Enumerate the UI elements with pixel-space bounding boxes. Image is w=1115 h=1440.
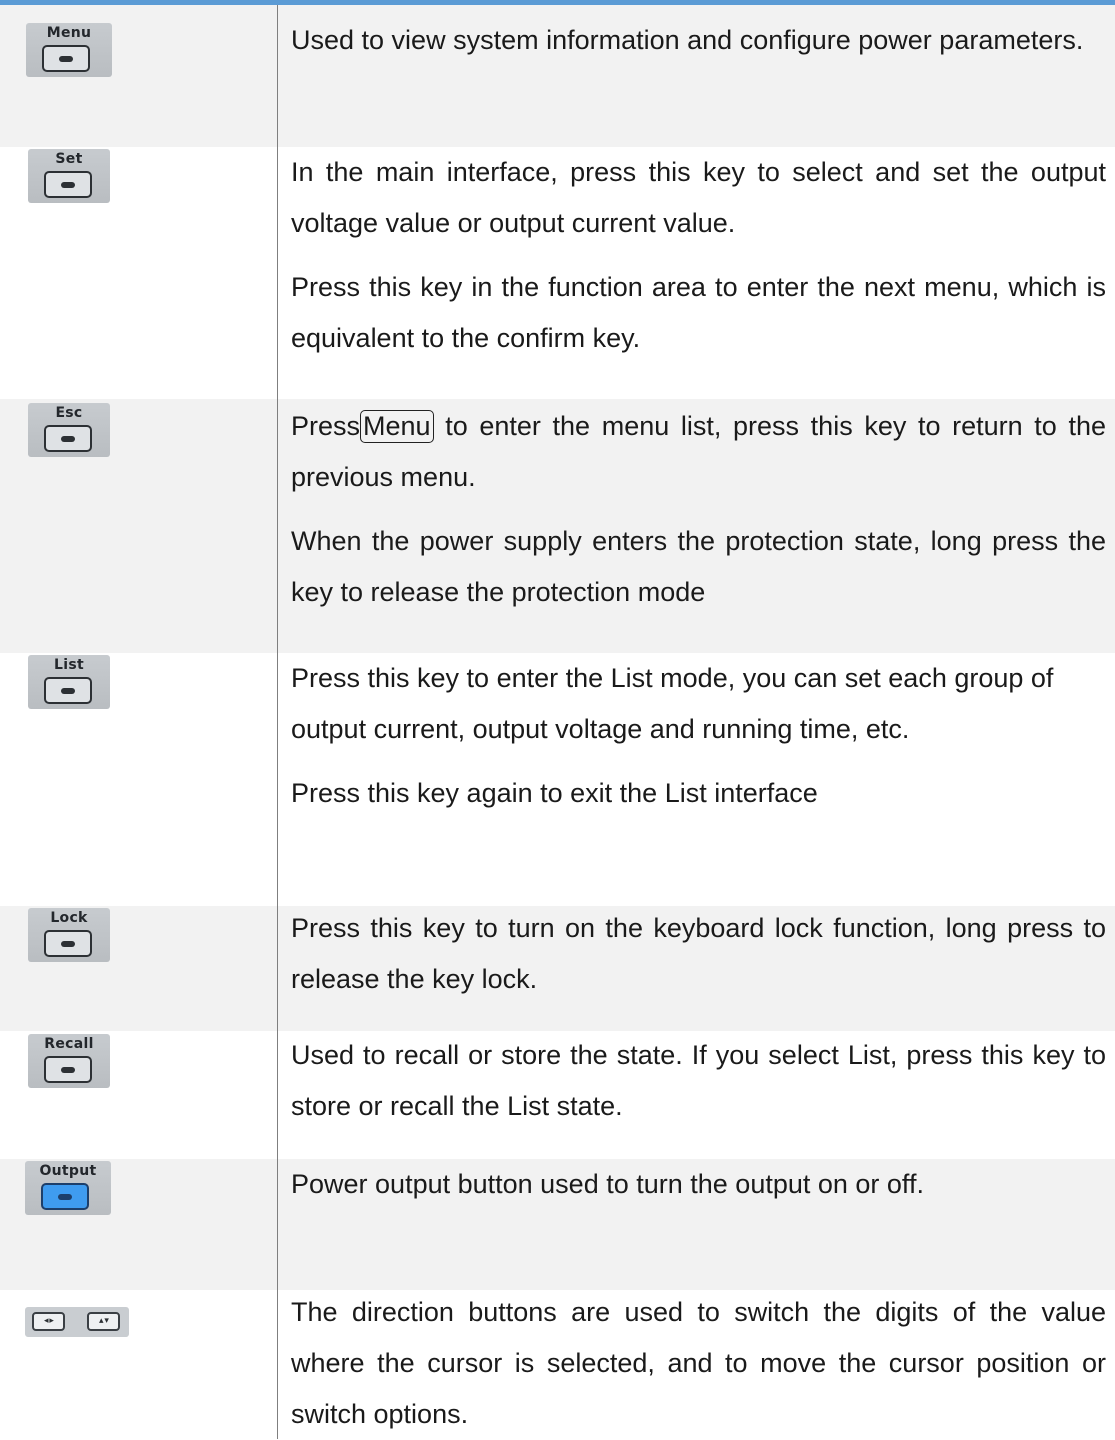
list-key-icon: List [28, 655, 110, 709]
key-cell: Lock [0, 906, 277, 1031]
row-description: Press this key to turn on the keyboard l… [291, 903, 1106, 1005]
description-paragraph: Used to recall or store the state. If yo… [291, 1040, 1106, 1121]
table-row-lock: Lock Press this key to turn on the keybo… [0, 906, 1115, 1031]
key-cell: ◂ ▸ ▴ ▾ [0, 1290, 277, 1439]
description-paragraph: Press this key to turn on the keyboard l… [291, 913, 1106, 994]
description-paragraph: Press Menu to enter the menu list, press … [291, 410, 1106, 492]
description-paragraph: Power output button used to turn the out… [291, 1169, 924, 1199]
row-description: Used to view system information and conf… [291, 15, 1106, 66]
row-description: Press Menu to enter the menu list, press … [291, 401, 1106, 618]
description-paragraph: Press this key to enter the List mode, y… [291, 663, 1054, 744]
description-paragraph: Press this key in the function area to e… [291, 272, 1106, 353]
row-description: Press this key to enter the List mode, y… [291, 653, 1106, 819]
row-description: In the main interface, press this key to… [291, 147, 1106, 364]
row-description: Used to recall or store the state. If yo… [291, 1030, 1106, 1132]
left-right-arrow-icon: ◂ ▸ [32, 1312, 65, 1331]
table-row-output: Output Power output button used to turn … [0, 1159, 1115, 1290]
description-paragraph: Press this key again to exit the List in… [291, 778, 818, 808]
key-cell: List [0, 653, 277, 906]
description-paragraph: In the main interface, press this key to… [291, 157, 1106, 238]
set-key-icon: Set [28, 149, 110, 203]
menu-key-reference: Menu [360, 410, 434, 443]
up-down-arrow-icon: ▴ ▾ [87, 1312, 120, 1331]
table-row-set: Set In the main interface, press this ke… [0, 147, 1115, 399]
output-key-icon: Output [25, 1161, 111, 1215]
lock-key-icon: Lock [28, 908, 110, 962]
key-cell: Set [0, 147, 277, 399]
key-cell: Recall [0, 1031, 277, 1159]
column-divider [277, 5, 278, 1439]
row-description: The direction buttons are used to switch… [291, 1287, 1106, 1440]
table-row-direction: ◂ ▸ ▴ ▾ The direction buttons are used t… [0, 1290, 1115, 1439]
key-cell: Esc [0, 399, 277, 653]
description-paragraph: When the power supply enters the protect… [291, 526, 1106, 607]
table-row-recall: Recall Used to recall or store the state… [0, 1031, 1115, 1159]
description-paragraph: Used to view system information and conf… [291, 25, 1084, 55]
row-description: Power output button used to turn the out… [291, 1159, 1106, 1210]
table-row-list: List Press this key to enter the List mo… [0, 653, 1115, 906]
table-row-menu: Menu Used to view system information and… [0, 5, 1115, 147]
table-row-esc: Esc Press Menu to enter the menu list, pr… [0, 399, 1115, 653]
key-cell: Output [0, 1159, 277, 1290]
esc-key-icon: Esc [28, 403, 110, 457]
description-paragraph: The direction buttons are used to switch… [291, 1297, 1106, 1429]
menu-key-icon: Menu [26, 23, 112, 77]
direction-keys-icon: ◂ ▸ ▴ ▾ [25, 1307, 129, 1337]
key-cell: Menu [0, 5, 277, 147]
recall-key-icon: Recall [28, 1034, 110, 1088]
